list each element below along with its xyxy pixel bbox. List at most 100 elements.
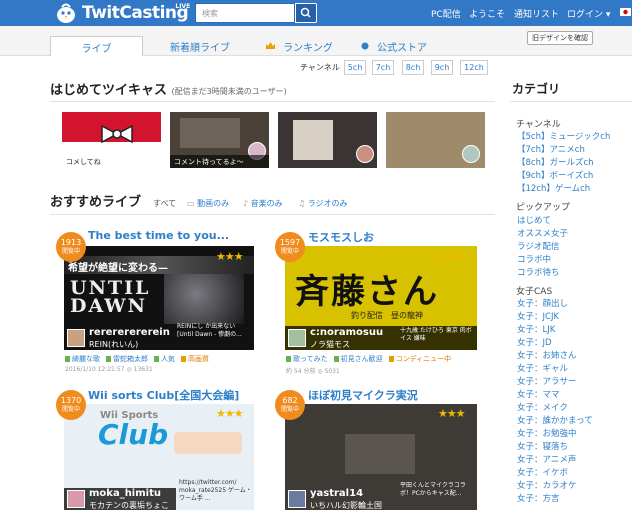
tab-ranking-label: ランキング [283, 43, 333, 54]
channel-9ch-button[interactable]: 9ch [431, 60, 453, 75]
music-note-icon: ♪ [243, 199, 251, 208]
filter-radio[interactable]: ♫ ラジオのみ [298, 198, 348, 209]
viewer-count-badge: 1913 閲覧中 [56, 232, 86, 262]
category-link[interactable]: 女子：LJK [517, 323, 555, 335]
beginner-thumb-1[interactable]: コメしてね [62, 112, 161, 168]
card-title[interactable]: The best time to you... [88, 229, 229, 242]
avatar [288, 490, 306, 508]
category-link[interactable]: はじめて [517, 214, 551, 226]
japan-flag-icon[interactable] [620, 8, 631, 16]
category-link-7ch[interactable]: 【7ch】アニメch [517, 143, 585, 155]
category-link[interactable]: 女子：JD [517, 336, 552, 348]
category-heading: カテゴリ [512, 82, 561, 96]
filter-all[interactable]: すべて [153, 198, 176, 209]
category-link-5ch[interactable]: 【5ch】ミュージックch [517, 130, 610, 142]
tab-live[interactable]: ライブ [50, 36, 143, 56]
category-link[interactable]: 女子：JCJK [517, 310, 559, 322]
category-link[interactable]: 女子：お勉強中 [517, 427, 577, 439]
category-link[interactable]: 女子：寝落ち [517, 440, 568, 452]
nav-login[interactable]: ログイン ▾ [567, 7, 610, 20]
star-rating: ★★★ [216, 407, 244, 420]
filter-video[interactable]: ▭ 動画のみ [187, 198, 229, 209]
tag[interactable]: 歌ってみた [286, 354, 328, 364]
category-link[interactable]: 女子：ギャル [517, 362, 568, 374]
tag[interactable]: 綺麗な歌 [65, 354, 100, 364]
category-link[interactable]: コラボ中 [517, 253, 551, 265]
beginner-thumb-4[interactable] [386, 112, 485, 168]
channel-5ch-button[interactable]: 5ch [344, 60, 366, 75]
category-link[interactable]: 女子：カラオケ [517, 479, 577, 491]
bird-icon [57, 3, 75, 23]
recommended-heading: おすすめライブ [50, 195, 142, 210]
card-desc: REINにし か出来ない [Until Dawn - 惨劇の... [177, 323, 242, 338]
nav-notifications[interactable]: 通知リスト [514, 7, 559, 20]
category-link[interactable]: 女子：アラサー [517, 375, 577, 387]
category-link[interactable]: ラジオ配信 [517, 240, 559, 252]
avatar [67, 329, 85, 347]
avatar [67, 490, 85, 508]
category-link[interactable]: 女子：方言 [517, 492, 560, 504]
old-design-button[interactable]: 旧デザインを確認 [527, 31, 593, 45]
game-title-text: UNTIL DAWN [70, 277, 151, 317]
search-button[interactable] [295, 3, 317, 23]
tab-store-label: 公式ストア [377, 43, 427, 54]
category-link[interactable]: 女子：イケボ [517, 466, 568, 478]
logo-main-text: Club [98, 418, 169, 451]
tag[interactable]: 人気 [154, 354, 175, 364]
store-icon [361, 42, 369, 50]
card-tags: 綺麗な歌 雷蛇箱太郎 人気 高画質 [65, 354, 209, 364]
nav-welcome[interactable]: ようこそ [469, 7, 505, 20]
beginners-subtitle: (配信まだ3時間未満のユーザー) [171, 87, 287, 96]
tag[interactable]: コンディニュー中 [389, 354, 452, 364]
category-link[interactable]: 女子：メイク [517, 401, 568, 413]
category-link[interactable]: 女子：お姉さん [517, 349, 577, 361]
thumb-image [180, 118, 240, 148]
tag[interactable]: 初見さん歓迎 [334, 354, 383, 364]
category-link[interactable]: コラボ待ち [517, 266, 560, 278]
badge-label: 閲覧中 [61, 406, 80, 413]
twitcasting-logo[interactable]: TwitCasting LIVE [54, 3, 190, 23]
broadcaster-name: ノラ猫モス [310, 340, 350, 349]
tag[interactable]: 高画質 [181, 354, 209, 364]
category-link[interactable]: 女子：顔出し [517, 297, 568, 309]
channel-7ch-button[interactable]: 7ch [372, 60, 394, 75]
category-link[interactable]: オススメ女子 [517, 227, 568, 239]
card-title[interactable]: Wii sorts Club[全国大会編] [88, 387, 239, 403]
tab-ranking[interactable]: ランキング [262, 36, 342, 56]
category-link-9ch[interactable]: 【9ch】ボーイズch [517, 169, 593, 181]
filter-music-label: 音楽のみ [250, 199, 283, 208]
filter-music[interactable]: ♪ 音楽のみ [243, 198, 283, 209]
video-icon: ▭ [187, 199, 198, 208]
tag[interactable]: 雷蛇箱太郎 [106, 354, 148, 364]
card-meta: 約 54 分前 ◎ 5031 [286, 368, 340, 375]
viewer-count-badge: 682 閲覧中 [275, 390, 305, 420]
card-small-text: 釣り配信 昼の龍神 [351, 311, 423, 320]
beginners-heading: はじめてツイキャス (配信まだ3時間未満のユーザー) [50, 79, 287, 98]
star-rating: ★★★ [438, 407, 466, 420]
search-icon [300, 7, 311, 18]
category-link-12ch[interactable]: 【12ch】ゲームch [517, 182, 590, 194]
nav-pc-broadcast[interactable]: PC配信 [431, 7, 461, 20]
beginner-thumb-2[interactable]: コメント待ってるよ〜 [170, 112, 269, 168]
broadcaster-id: rerererererein [89, 327, 170, 338]
channel-12ch-button[interactable]: 12ch [460, 60, 488, 75]
category-link[interactable]: 女子：アニメ声 [517, 453, 576, 465]
channel-8ch-button[interactable]: 8ch [402, 60, 424, 75]
card-artwork [164, 274, 244, 324]
card-banner-text: 希望が絶望に変わる— [68, 263, 168, 274]
channel-label: チャンネル [300, 63, 340, 72]
category-link-8ch[interactable]: 【8ch】ガールズch [517, 156, 594, 168]
category-link[interactable]: 女子：誰かかまって [517, 414, 593, 426]
card-big-text: 斉藤さん [295, 272, 439, 312]
card-title[interactable]: ほぼ初見マイクラ実況 [308, 387, 418, 403]
divider [510, 101, 632, 102]
avatar [356, 145, 374, 163]
beginner-thumb-3[interactable] [278, 112, 377, 168]
tab-new-live[interactable]: 新着順ライブ [155, 36, 245, 56]
card-title[interactable]: モスモスしお [308, 229, 374, 245]
category-link[interactable]: 女子：ママ [517, 388, 560, 400]
star-rating: ★★★ [216, 250, 244, 263]
search-input[interactable]: 検索 [195, 3, 295, 23]
tab-store[interactable]: 公式ストア [355, 36, 437, 56]
viewer-count-badge: 1597 閲覧中 [275, 232, 305, 262]
